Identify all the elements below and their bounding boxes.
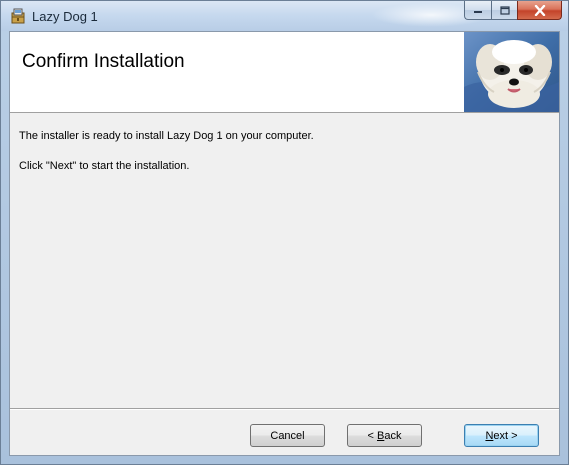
installer-app-icon[interactable] — [10, 8, 26, 24]
installer-window: Lazy Dog 1 Confirm Installation The inst… — [0, 0, 569, 465]
title-bar[interactable]: Lazy Dog 1 — [1, 1, 568, 31]
window-title: Lazy Dog 1 — [32, 9, 98, 24]
ready-message: The installer is ready to install Lazy D… — [19, 130, 314, 142]
dialog-client-area: Confirm Installation The installer is re… — [9, 31, 560, 456]
dog-illustration — [464, 32, 559, 112]
back-button-prefix: < — [367, 429, 377, 442]
maximize-icon — [499, 5, 510, 15]
caption-buttons — [464, 1, 562, 21]
maximize-button[interactable] — [491, 1, 517, 20]
back-button-rest: ack — [384, 429, 402, 442]
close-icon — [534, 4, 545, 16]
next-button[interactable]: Next > — [464, 424, 539, 447]
back-button[interactable]: < Back — [347, 424, 422, 447]
cancel-button-label: Cancel — [270, 429, 305, 442]
minimize-button[interactable] — [464, 1, 491, 20]
footer-separator — [10, 408, 559, 410]
cancel-button[interactable]: Cancel — [250, 424, 325, 447]
page-title: Confirm Installation — [22, 51, 185, 72]
back-button-label: < Back — [368, 430, 402, 442]
close-button[interactable] — [517, 1, 562, 20]
minimize-icon — [474, 11, 482, 13]
next-button-rest: ext > — [493, 429, 518, 442]
instruction-message: Click "Next" to start the installation. — [19, 160, 190, 172]
dog-illustration-graphic — [464, 32, 559, 112]
header-banner: Confirm Installation — [10, 32, 559, 113]
next-button-label: Next > — [485, 430, 517, 442]
